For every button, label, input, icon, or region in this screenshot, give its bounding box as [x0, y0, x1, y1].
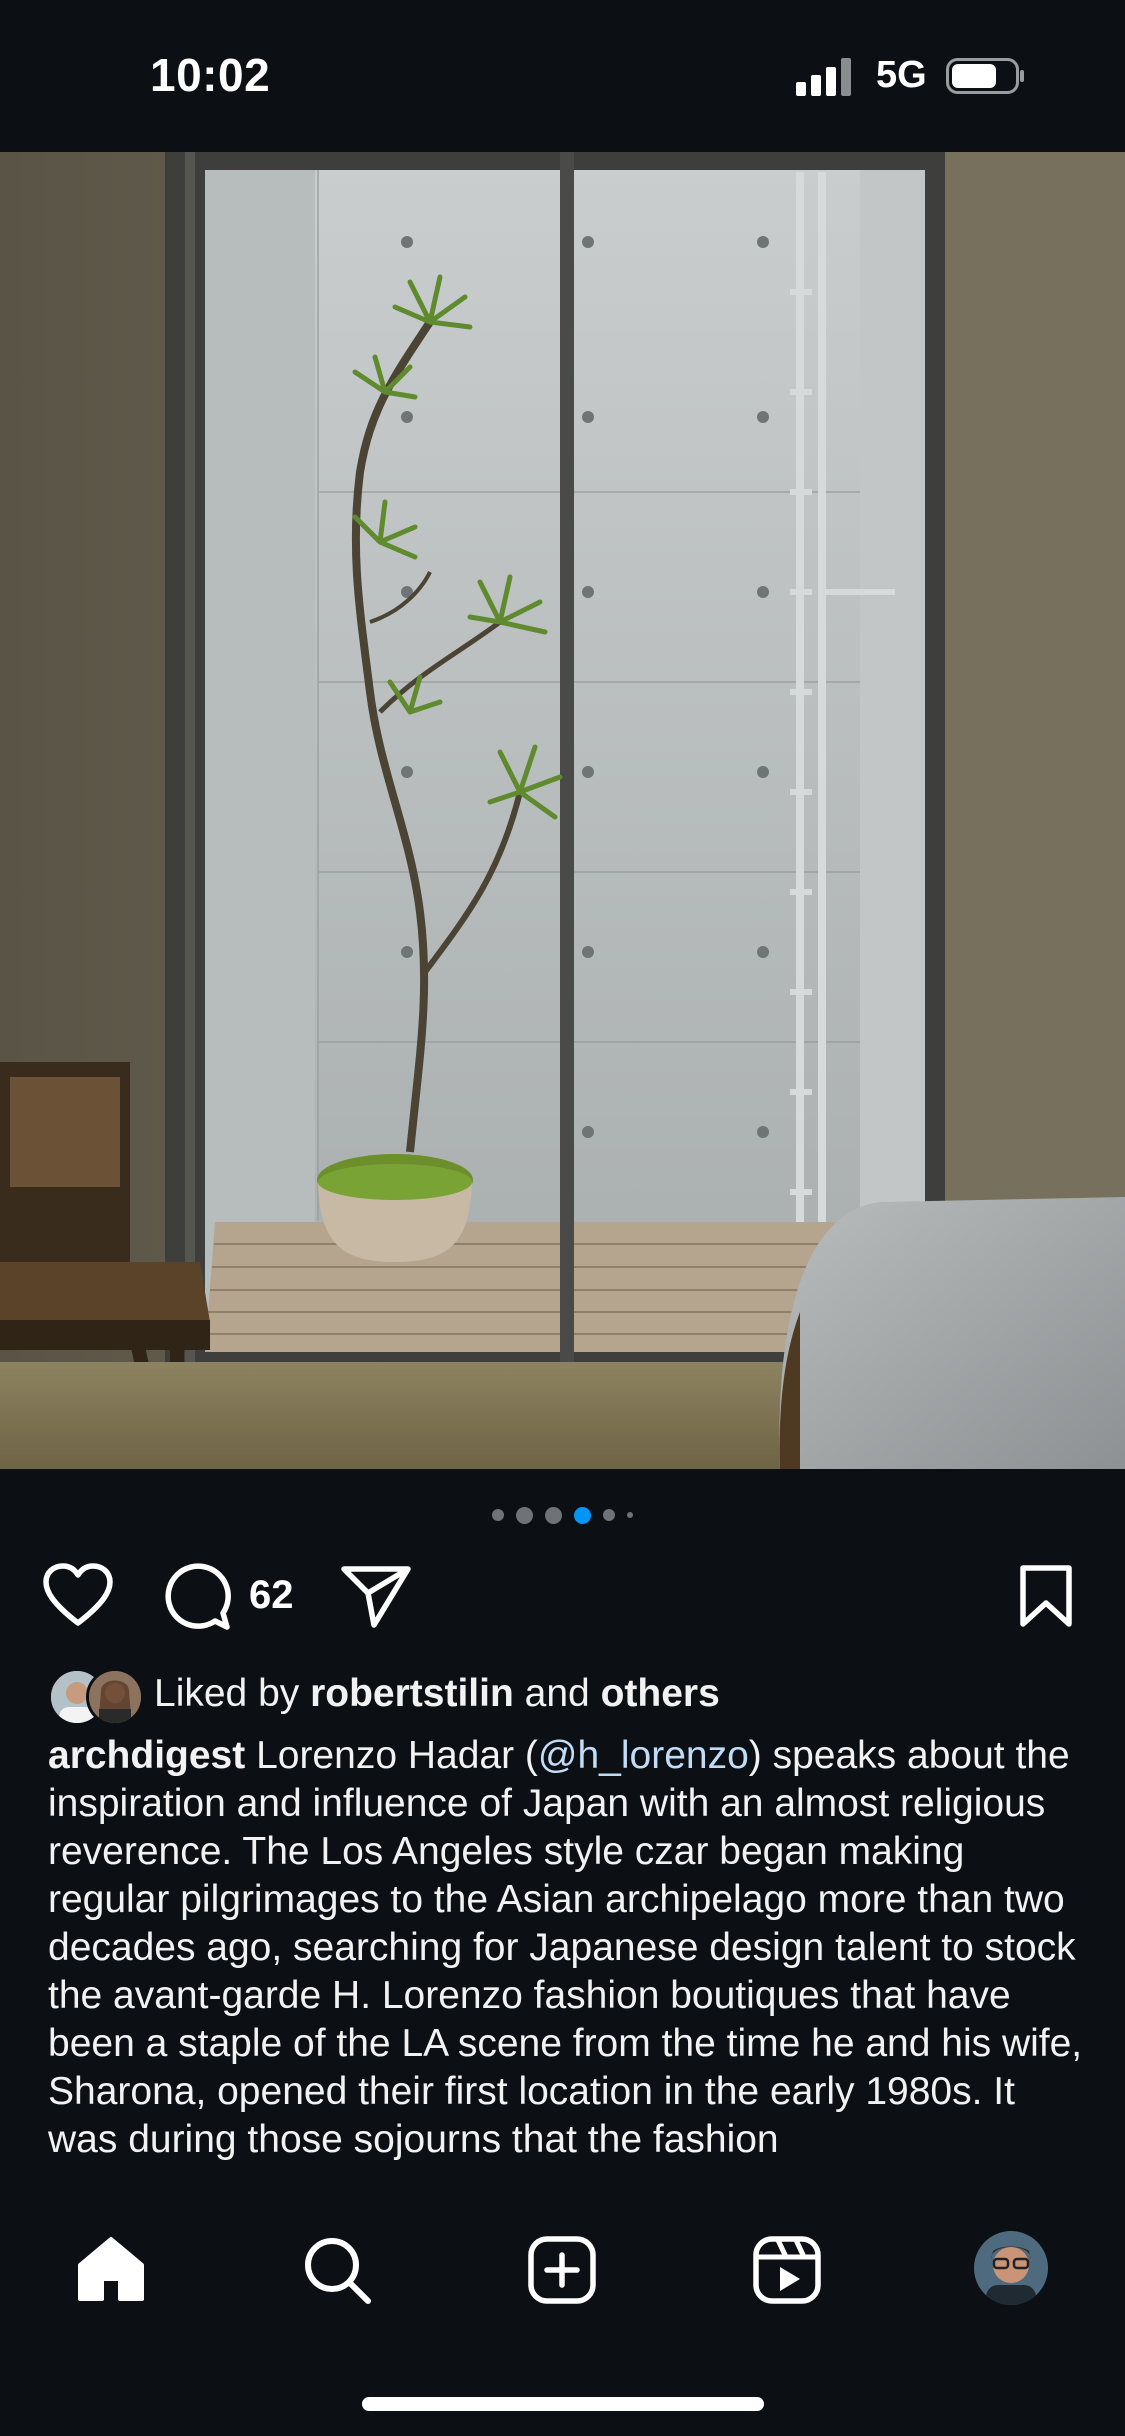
network-label: 5G [876, 54, 927, 96]
carousel-indicator [0, 1505, 1125, 1525]
carousel-dot [492, 1509, 504, 1521]
home-indicator [362, 2397, 764, 2411]
carousel-dot [516, 1506, 533, 1524]
likes-text: Liked by robertstilin and others [154, 1672, 720, 1716]
liker-avatars [48, 1666, 148, 1726]
carousel-dot [627, 1512, 633, 1518]
carousel-dot-active [574, 1506, 591, 1524]
signal-icon [796, 58, 851, 96]
avatar [86, 1668, 144, 1726]
carousel-dot [545, 1506, 562, 1524]
post-image[interactable] [0, 152, 1125, 1469]
send-icon[interactable] [340, 1563, 412, 1629]
home-icon[interactable] [76, 2235, 146, 2303]
status-bar: 10:02 5G [0, 0, 1125, 152]
caption-mention[interactable]: @h_lorenzo [538, 1734, 749, 1777]
bookmark-icon[interactable] [1018, 1563, 1074, 1629]
photo-scene [0, 152, 1125, 1469]
comment-count: 62 [249, 1573, 294, 1617]
comment-icon[interactable] [163, 1563, 231, 1631]
likes-prefix: Liked by [154, 1672, 300, 1715]
likes-row[interactable]: Liked by robertstilin and others [48, 1666, 720, 1726]
caption-text: Lorenzo Hadar ( [245, 1734, 538, 1777]
carousel-dot [603, 1509, 615, 1521]
caption-username[interactable]: archdigest [48, 1734, 245, 1777]
caption-text: ) speaks about the inspiration and influ… [48, 1734, 1083, 2161]
post-actions: 62 [0, 1555, 1125, 1635]
status-time: 10:02 [150, 49, 271, 101]
battery-icon [946, 58, 1024, 94]
likes-connector: and [524, 1672, 590, 1715]
heart-icon[interactable] [42, 1563, 114, 1627]
likes-others[interactable]: others [601, 1672, 720, 1715]
reels-icon[interactable] [752, 2235, 822, 2305]
liker-username[interactable]: robertstilin [310, 1672, 514, 1715]
search-icon[interactable] [302, 2235, 372, 2305]
plus-square-icon[interactable] [527, 2235, 597, 2305]
avatar[interactable] [974, 2231, 1048, 2305]
post-caption: archdigest Lorenzo Hadar (@h_lorenzo) sp… [48, 1732, 1088, 2164]
